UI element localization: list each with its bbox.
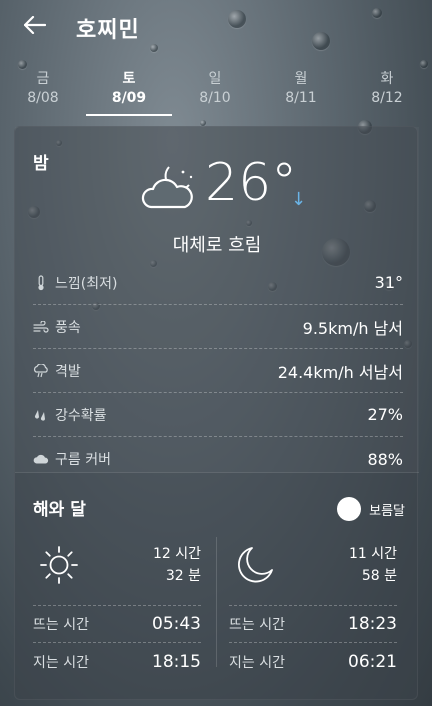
detail-row-precip: 강수확률 27% xyxy=(33,393,403,437)
day-date: 8/09 xyxy=(111,90,147,106)
sun-icon xyxy=(40,546,78,584)
day-date: 8/10 xyxy=(199,90,231,106)
detail-value: 31° xyxy=(374,273,403,292)
detail-row-cloud-cover: 구름 커버 88% xyxy=(33,437,403,481)
day-name: 금 xyxy=(36,71,50,87)
detail-label: 느낌(최저) xyxy=(55,275,118,292)
detail-value: 27% xyxy=(367,405,403,424)
cloud-icon xyxy=(33,451,49,467)
sunset-time: 18:15 xyxy=(152,652,201,672)
moonset-time: 06:21 xyxy=(348,652,397,672)
detail-list: 느낌(최저) 31° 풍속 9.5km/h 남서 격발 24.4km/h 서남서… xyxy=(33,261,403,481)
sunrise-time: 05:43 xyxy=(152,614,201,634)
thermometer-icon xyxy=(33,274,49,291)
day-tabs: 금 8/08 토 8/09 일 8/10 월 8/11 화 8/12 xyxy=(0,70,432,118)
back-button[interactable] xyxy=(20,10,50,40)
section-divider xyxy=(15,472,419,473)
wind-icon xyxy=(33,319,49,335)
active-tab-indicator xyxy=(86,114,172,116)
arrow-down-icon: ↓ xyxy=(291,189,307,210)
night-forecast-section: 밤 26° ↓ 대체로 흐림 느낌(최저) 31° 풍속 9.5km/h 남서 … xyxy=(15,127,419,472)
moonrise-row: 뜨는 시간 18:23 xyxy=(229,605,397,643)
duration-hours: 12 시간 xyxy=(152,546,201,562)
moon-phase-label: 보름달 xyxy=(369,503,405,519)
moon-duration: 11 시간 58 분 xyxy=(349,543,397,587)
cloud-moon-icon xyxy=(141,166,193,209)
sunrise-row: 뜨는 시간 05:43 xyxy=(33,605,201,643)
tab-day-1[interactable]: 토 8/09 xyxy=(86,70,172,116)
day-name: 월 xyxy=(294,71,308,87)
detail-label: 구름 커버 xyxy=(55,452,111,468)
tab-day-3[interactable]: 월 8/11 xyxy=(258,70,344,108)
period-label: 밤 xyxy=(33,154,49,174)
sunset-row: 지는 시간 18:15 xyxy=(33,643,201,681)
arrow-left-icon xyxy=(24,16,46,34)
detail-row-feels-like: 느낌(최저) 31° xyxy=(33,261,403,305)
sun-moon-title: 해와 달 xyxy=(33,500,86,520)
sunrise-label: 뜨는 시간 xyxy=(33,617,89,633)
moonrise-label: 뜨는 시간 xyxy=(229,617,285,633)
moon-phase: 보름달 xyxy=(337,497,405,521)
detail-row-gust: 격발 24.4km/h 서남서 xyxy=(33,349,403,393)
detail-value: 9.5km/h 남서 xyxy=(302,318,403,338)
detail-label: 격발 xyxy=(55,363,81,380)
condition-text: 대체로 흐림 xyxy=(172,235,262,256)
detail-value: 24.4km/h 서남서 xyxy=(277,362,403,382)
moonrise-time: 18:23 xyxy=(348,614,397,634)
gust-icon xyxy=(33,363,49,379)
column-divider xyxy=(216,537,217,667)
sunset-label: 지는 시간 xyxy=(33,655,89,671)
temperature: 26° xyxy=(205,153,298,213)
day-name: 화 xyxy=(380,71,394,87)
detail-label: 강수확률 xyxy=(55,407,107,424)
forecast-panel: 밤 26° ↓ 대체로 흐림 느낌(최저) 31° 풍속 9.5km/h 남서 … xyxy=(14,126,419,700)
detail-label: 풍속 xyxy=(55,319,81,336)
rain-drops-icon xyxy=(33,407,49,423)
day-name: 일 xyxy=(208,71,222,87)
app-bar: 호찌민 xyxy=(0,0,432,56)
detail-row-wind: 풍속 9.5km/h 남서 xyxy=(33,305,403,349)
full-moon-icon xyxy=(337,497,362,521)
day-date: 8/11 xyxy=(285,90,317,106)
tab-day-2[interactable]: 일 8/10 xyxy=(172,70,258,108)
day-name: 토 xyxy=(122,71,136,87)
moonset-row: 지는 시간 06:21 xyxy=(229,643,397,681)
tab-day-0[interactable]: 금 8/08 xyxy=(0,70,86,108)
sun-duration: 12 시간 32 분 xyxy=(153,543,201,587)
duration-minutes: 58 분 xyxy=(361,568,397,584)
crescent-moon-icon xyxy=(238,547,273,583)
detail-value: 88% xyxy=(367,449,403,469)
moonset-label: 지는 시간 xyxy=(229,655,285,671)
page-title: 호찌민 xyxy=(76,18,140,43)
day-date: 8/08 xyxy=(27,90,59,106)
duration-minutes: 32 분 xyxy=(165,568,201,584)
duration-hours: 11 시간 xyxy=(348,546,397,562)
day-date: 8/12 xyxy=(371,90,403,106)
tab-day-4[interactable]: 화 8/12 xyxy=(344,70,430,108)
